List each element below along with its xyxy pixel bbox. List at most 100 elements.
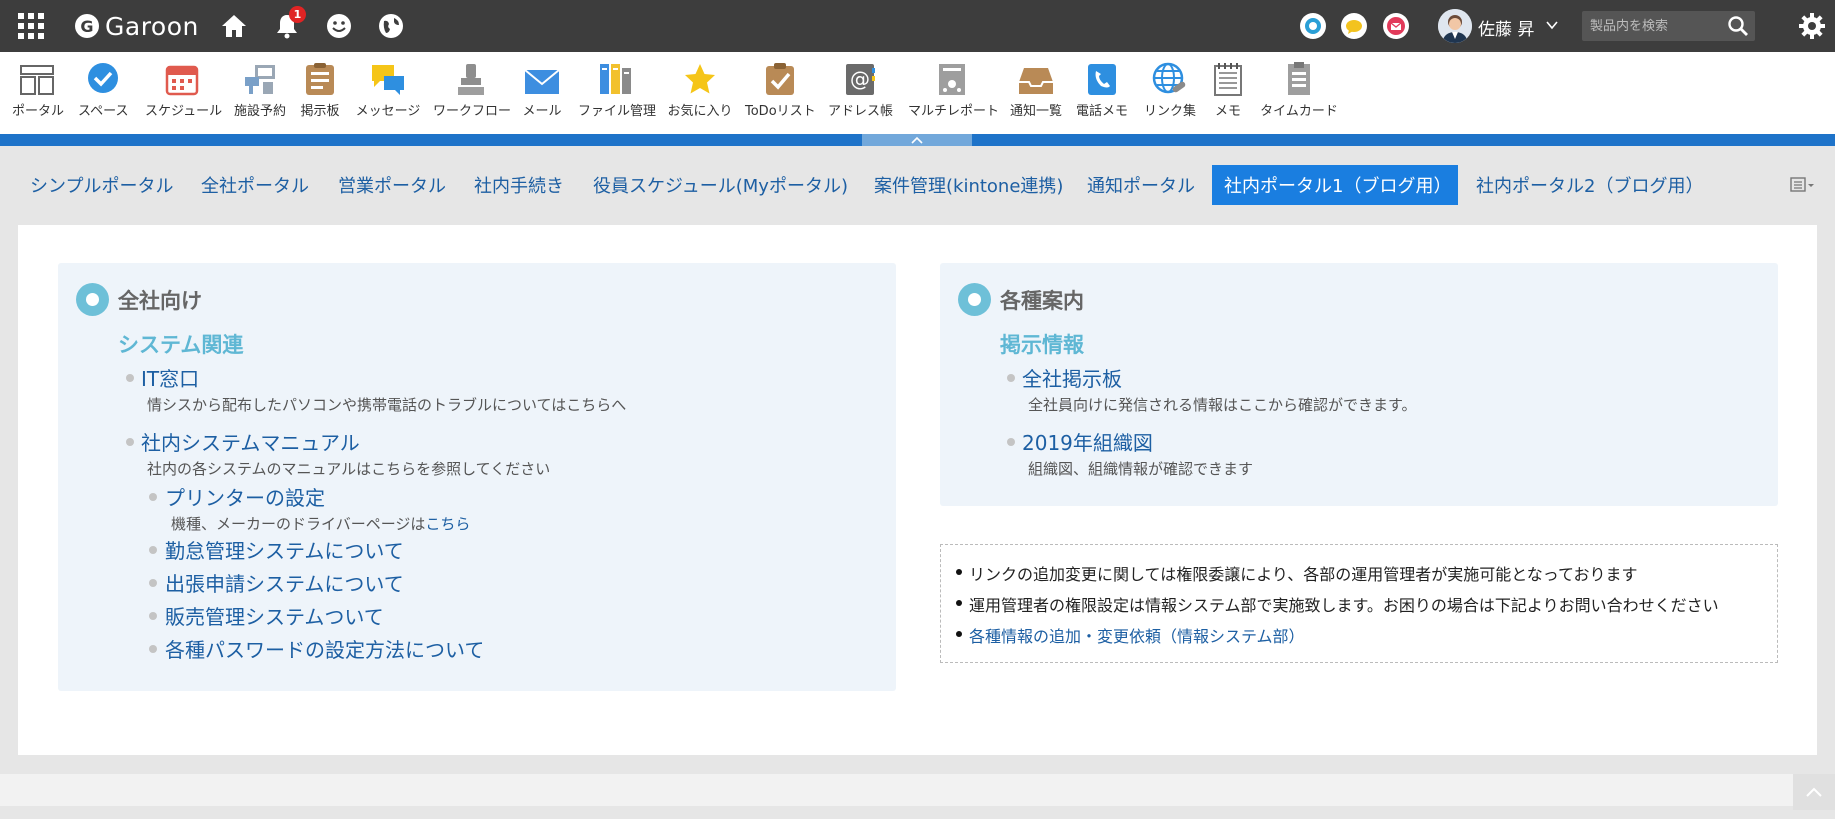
left-panel: 全社向け システム関連 IT窓口 情シスから配布したパソコンや携帯電話のトラブル… bbox=[58, 263, 896, 691]
notice-box: リンクの追加変更に関しては権限委譲により、各部の運用管理者が実施可能となっており… bbox=[940, 544, 1778, 663]
bulletin-icon bbox=[302, 62, 338, 96]
link-sales-system[interactable]: 販売管理システムついて bbox=[165, 601, 384, 630]
panel-subtitle: システム関連 bbox=[118, 333, 244, 357]
phone-memo-icon bbox=[1084, 62, 1120, 96]
search-input[interactable] bbox=[1590, 15, 1715, 37]
bullet-icon bbox=[149, 645, 157, 653]
app-file[interactable]: ファイル管理 bbox=[578, 62, 656, 119]
mail-notify-icon[interactable] bbox=[1383, 13, 1409, 39]
app-address[interactable]: @ アドレス帳 bbox=[828, 62, 893, 119]
link-description: 機種、メーカーのドライバーページはこちら bbox=[171, 515, 471, 533]
message-icon bbox=[370, 62, 406, 96]
app-message[interactable]: メッセージ bbox=[354, 62, 422, 119]
chevron-down-icon[interactable] bbox=[1545, 17, 1559, 31]
app-menu-grid-icon[interactable] bbox=[18, 13, 44, 39]
user-name[interactable]: 佐藤 昇 bbox=[1478, 15, 1534, 40]
notification-list-icon bbox=[1018, 62, 1054, 96]
report-icon bbox=[934, 62, 970, 96]
tab-company-portal[interactable]: 全社ポータル bbox=[189, 165, 321, 205]
application-bar: ポータル スペース スケジュール 施設予約 掲示板 メッセージ ワークフロー メ… bbox=[0, 52, 1835, 134]
panel-title: 全社向け bbox=[118, 288, 202, 313]
notification-bell-icon[interactable]: 1 bbox=[271, 6, 306, 42]
links-icon bbox=[1152, 62, 1188, 96]
memo-icon bbox=[1210, 62, 1246, 96]
bullet-icon bbox=[1007, 374, 1015, 382]
tab-procedures[interactable]: 社内手続き bbox=[462, 165, 576, 205]
todo-icon bbox=[762, 62, 798, 96]
driver-page-link[interactable]: こちら bbox=[425, 515, 470, 533]
space-icon bbox=[85, 62, 121, 96]
address-icon: @ bbox=[842, 62, 878, 96]
mail-icon bbox=[524, 62, 560, 96]
link-printer-settings[interactable]: プリンターの設定 bbox=[165, 482, 325, 511]
tab-internal-portal-2[interactable]: 社内ポータル2（ブログ用） bbox=[1464, 165, 1715, 205]
link-attendance-system[interactable]: 勤怠管理システムについて bbox=[165, 535, 404, 564]
app-workflow[interactable]: ワークフロー bbox=[433, 62, 511, 119]
tab-simple-portal[interactable]: シンプルポータル bbox=[18, 165, 185, 205]
footer bbox=[0, 774, 1835, 806]
user-avatar[interactable] bbox=[1438, 9, 1472, 43]
logo-text: Garoon bbox=[105, 11, 199, 41]
panel-header: 全社向け bbox=[76, 283, 202, 316]
tab-list-menu-icon[interactable] bbox=[1790, 176, 1818, 194]
svg-text:@: @ bbox=[850, 67, 870, 91]
tab-project-management[interactable]: 案件管理(kintone連携) bbox=[862, 165, 1075, 205]
bullet-icon bbox=[126, 374, 134, 382]
bullet-icon bbox=[1007, 438, 1015, 446]
portal-content: 全社向け システム関連 IT窓口 情シスから配布したパソコンや携帯電話のトラブル… bbox=[18, 225, 1817, 755]
app-facility[interactable]: 施設予約 bbox=[234, 62, 286, 119]
tab-notification-portal[interactable]: 通知ポータル bbox=[1075, 165, 1207, 205]
chevron-up-icon bbox=[911, 136, 923, 144]
link-business-trip-system[interactable]: 出張申請システムについて bbox=[165, 568, 404, 597]
chevron-up-icon bbox=[1806, 787, 1822, 797]
gear-icon[interactable] bbox=[1797, 11, 1827, 41]
link-it-desk[interactable]: IT窓口 bbox=[141, 363, 199, 392]
link-description: 全社員向けに発信される情報はここから確認ができます。 bbox=[1028, 396, 1417, 414]
notification-badge: 1 bbox=[289, 6, 306, 23]
tab-internal-portal-1[interactable]: 社内ポータル1（ブログ用） bbox=[1212, 165, 1458, 205]
search-icon[interactable] bbox=[1727, 15, 1749, 37]
tab-sales-portal[interactable]: 営業ポータル bbox=[326, 165, 458, 205]
app-space[interactable]: スペース bbox=[78, 62, 128, 119]
portal-icon bbox=[19, 62, 55, 96]
link-org-chart[interactable]: 2019年組織図 bbox=[1022, 427, 1153, 456]
smile-icon[interactable] bbox=[323, 10, 355, 42]
timecard-icon bbox=[1281, 62, 1317, 96]
right-panel: 各種案内 掲示情報 全社掲示板 全社員向けに発信される情報はここから確認ができま… bbox=[940, 263, 1778, 506]
app-favorite[interactable]: お気に入り bbox=[667, 62, 733, 119]
globe-icon[interactable] bbox=[375, 10, 407, 42]
link-company-bulletin[interactable]: 全社掲示板 bbox=[1022, 363, 1122, 392]
bullet-circle-icon bbox=[76, 283, 109, 316]
app-schedule[interactable]: スケジュール bbox=[145, 62, 222, 119]
app-todo[interactable]: ToDoリスト bbox=[745, 62, 816, 119]
garoon-logo-icon: G bbox=[75, 14, 99, 38]
bullet-icon bbox=[149, 612, 157, 620]
link-password-settings[interactable]: 各種パスワードの設定方法について bbox=[165, 634, 484, 663]
app-notification-list[interactable]: 通知一覧 bbox=[1008, 62, 1064, 119]
garoon-status-icon[interactable] bbox=[1300, 13, 1326, 39]
link-description: 組織図、組織情報が確認できます bbox=[1028, 460, 1254, 478]
tab-executive-schedule[interactable]: 役員スケジュール(Myポータル) bbox=[581, 165, 860, 205]
panel-header: 各種案内 bbox=[958, 283, 1084, 316]
garoon-logo[interactable]: G Garoon bbox=[75, 11, 199, 41]
request-link[interactable]: 各種情報の追加・変更依頼（情報システム部） bbox=[956, 623, 1305, 647]
home-icon[interactable] bbox=[218, 10, 250, 42]
app-multireport[interactable]: マルチレポート bbox=[908, 62, 999, 119]
app-links[interactable]: リンク集 bbox=[1142, 62, 1198, 119]
app-portal[interactable]: ポータル bbox=[12, 62, 64, 119]
bullet-circle-icon bbox=[958, 283, 991, 316]
workflow-icon bbox=[453, 62, 489, 96]
notice-line: リンクの追加変更に関しては権限委譲により、各部の運用管理者が実施可能となっており… bbox=[955, 561, 1637, 585]
app-mail[interactable]: メール bbox=[520, 62, 564, 119]
scroll-to-top-button[interactable] bbox=[1793, 774, 1835, 810]
app-phone-memo[interactable]: 電話メモ bbox=[1076, 62, 1128, 119]
bullet-icon bbox=[149, 546, 157, 554]
favorite-icon bbox=[682, 62, 718, 96]
bullet-icon bbox=[126, 438, 134, 446]
app-bulletin[interactable]: 掲示板 bbox=[298, 62, 342, 119]
app-timecard[interactable]: タイムカード bbox=[1260, 62, 1338, 119]
chat-icon[interactable] bbox=[1341, 13, 1367, 39]
app-memo[interactable]: メモ bbox=[1210, 62, 1246, 119]
collapse-appbar-button[interactable] bbox=[862, 134, 972, 146]
link-system-manual[interactable]: 社内システムマニュアル bbox=[141, 427, 360, 456]
